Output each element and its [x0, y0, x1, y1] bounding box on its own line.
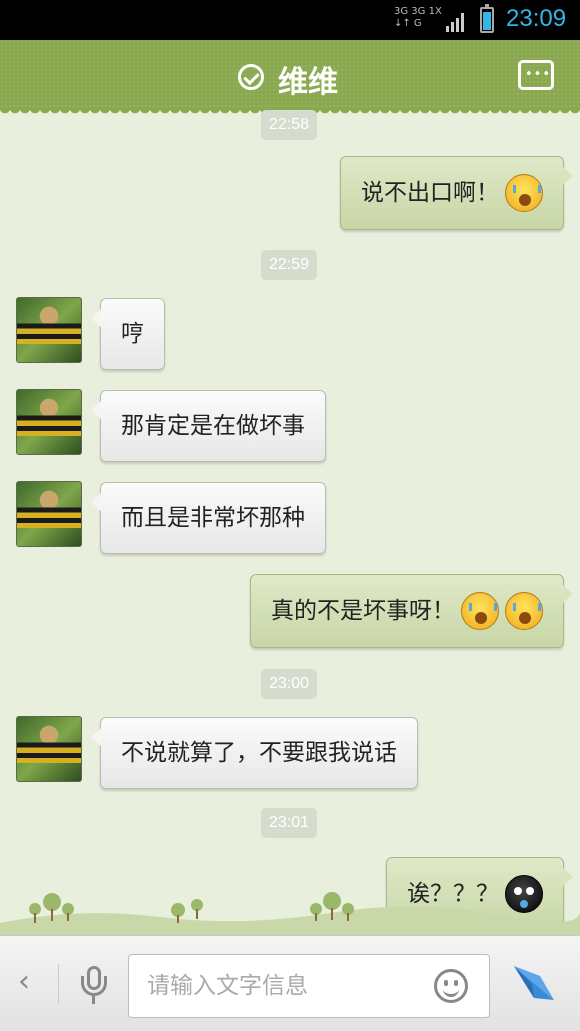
- input-bar: ‹: [0, 935, 580, 1031]
- status-bar: 3G 3G 1X ↓↑ G 23:09: [0, 0, 580, 40]
- contact-avatar[interactable]: [16, 481, 82, 547]
- divider: [58, 964, 59, 1004]
- received-message[interactable]: 哼: [91, 298, 165, 370]
- send-arrow-icon[interactable]: [510, 960, 558, 1004]
- network-activity-label: ↓↑ G: [394, 18, 422, 29]
- message-list[interactable]: 22:58 说不出口啊！ 22:59 哼 那肯定是在做坏事 而且是非常坏那种 真…: [0, 110, 580, 935]
- contact-avatar[interactable]: [16, 716, 82, 782]
- chat-header: 维维: [0, 40, 580, 116]
- timestamp: 22:58: [261, 110, 318, 140]
- message-text: 哼: [121, 321, 144, 347]
- message-text: 说不出口啊！: [361, 180, 499, 206]
- clock: 23:09: [506, 5, 567, 32]
- sent-message[interactable]: 说不出口啊！: [340, 156, 573, 230]
- message-text: 而且是非常坏那种: [121, 505, 305, 531]
- sent-message[interactable]: 真的不是坏事呀！: [250, 574, 573, 648]
- signal-icon: [446, 12, 468, 32]
- contact-avatar[interactable]: [16, 389, 82, 455]
- contact-avatar[interactable]: [16, 297, 82, 363]
- battery-icon: [480, 4, 494, 33]
- more-dots-icon[interactable]: [518, 60, 554, 90]
- chevron-left-icon[interactable]: ‹: [18, 964, 30, 999]
- network-type-label: 3G 3G 1X: [394, 6, 442, 17]
- timestamp: 22:59: [261, 250, 318, 280]
- received-message[interactable]: 不说就算了，不要跟我说话: [91, 717, 418, 789]
- timestamp: 23:01: [261, 808, 318, 838]
- received-message[interactable]: 而且是非常坏那种: [91, 482, 326, 554]
- contact-name[interactable]: 维维: [278, 57, 338, 101]
- crying-emoji-icon: [461, 592, 499, 630]
- landscape-decoration: [0, 892, 580, 935]
- message-text: 不说就算了，不要跟我说话: [121, 740, 397, 766]
- message-text: 那肯定是在做坏事: [121, 413, 305, 439]
- message-text: 真的不是坏事呀！: [271, 598, 455, 624]
- microphone-icon[interactable]: [78, 966, 110, 1006]
- smiley-icon[interactable]: [434, 969, 468, 1003]
- check-circle-icon: [238, 64, 264, 90]
- received-message[interactable]: 那肯定是在做坏事: [91, 390, 326, 462]
- crying-emoji-icon: [505, 174, 543, 212]
- timestamp: 23:00: [261, 669, 318, 699]
- crying-emoji-icon: [505, 592, 543, 630]
